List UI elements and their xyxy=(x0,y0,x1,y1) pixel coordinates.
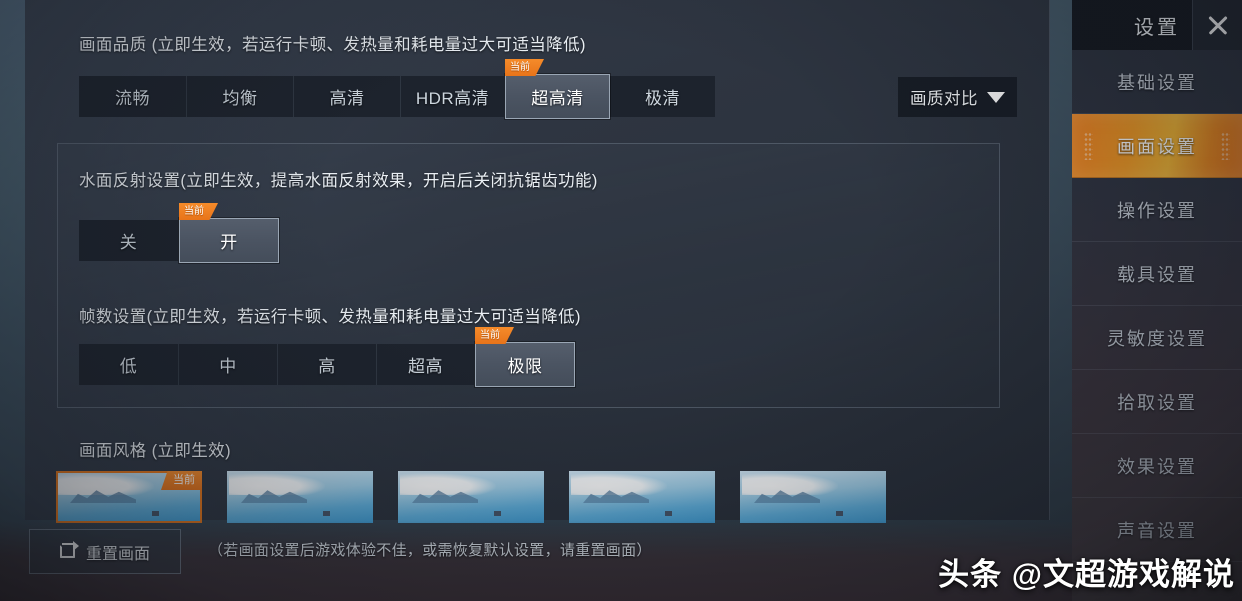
page-title: 设置 xyxy=(1134,16,1180,39)
sidebar-item-graphics[interactable]: 画面设置 xyxy=(1072,114,1242,178)
screen-style-thumbnail-2[interactable] xyxy=(227,471,373,523)
quality-option-jiqing[interactable]: 极清 xyxy=(610,76,715,117)
close-button[interactable] xyxy=(1192,0,1242,50)
quality-option-liuchang[interactable]: 流畅 xyxy=(79,76,187,117)
sidebar-item-label: 基础设置 xyxy=(1117,72,1197,93)
frame-rate-options[interactable]: 低 中 高 超高 当前 极限 xyxy=(79,327,575,387)
quality-option-hdr-gaoqing[interactable]: HDR高清 xyxy=(401,76,505,117)
thumbnail-cloud xyxy=(229,473,325,495)
frame-rate-title: 帧数设置(立即生效，若运行卡顿、发热量和耗电量过大可适当降低) xyxy=(79,308,581,326)
sidebar-item-label: 灵敏度设置 xyxy=(1107,328,1207,349)
picture-quality-options[interactable]: 流畅 均衡 高清 HDR高清 当前 超高清 极清 xyxy=(79,59,715,119)
sidebar-item-label: 操作设置 xyxy=(1117,200,1197,221)
close-icon xyxy=(1206,13,1230,37)
quality-option-chaogaoqing-label: 超高清 xyxy=(531,89,584,108)
thumbnail-cloud xyxy=(58,473,154,495)
water-reflection-option-on-label: 开 xyxy=(220,233,238,252)
water-reflection-options[interactable]: 关 当前 开 xyxy=(79,203,279,263)
screen-style-thumbnail-5[interactable] xyxy=(740,471,886,523)
sidebar-item-label: 载具设置 xyxy=(1117,264,1197,285)
quality-compare-button[interactable]: 画质对比 xyxy=(898,77,1017,117)
screen-style-thumbnails[interactable]: 当前 xyxy=(56,471,886,523)
bottom-bar: 重置画面 （若画面设置后游戏体验不佳，或需恢复默认设置，请重置画面） xyxy=(0,520,1072,601)
sidebar-item-label: 拾取设置 xyxy=(1117,392,1197,413)
reset-graphics-button[interactable]: 重置画面 xyxy=(29,529,181,574)
water-reflection-option-on[interactable]: 当前 开 xyxy=(179,203,279,263)
screen-style-thumbnail-3[interactable] xyxy=(398,471,544,523)
quality-option-chaogaoqing[interactable]: 当前 超高清 xyxy=(505,59,610,119)
thumbnail-speck xyxy=(323,511,330,516)
picture-quality-title: 画面品质 (立即生效，若运行卡顿、发热量和耗电量过大可适当降低) xyxy=(79,36,586,54)
frame-rate-option-high[interactable]: 高 xyxy=(278,344,377,385)
decor-dots-left-icon xyxy=(1084,132,1093,160)
frame-rate-option-extreme[interactable]: 当前 极限 xyxy=(475,327,575,387)
thumbnail-cloud xyxy=(742,473,838,495)
settings-sidebar: 设置 基础设置 画面设置 操作设置 载具设置 灵敏度设置 拾取设置 效果设置 声… xyxy=(1072,0,1242,601)
chevron-down-icon xyxy=(987,91,1005,103)
sidebar-item-sensitivity[interactable]: 灵敏度设置 xyxy=(1072,306,1242,370)
game-settings-screen: 画面品质 (立即生效，若运行卡顿、发热量和耗电量过大可适当降低) 流畅 均衡 高… xyxy=(0,0,1242,601)
sidebar-item-effects[interactable]: 效果设置 xyxy=(1072,434,1242,498)
decor-dots-right-icon xyxy=(1221,132,1230,160)
watermark: 头条 @文超游戏解说 xyxy=(938,557,1235,592)
water-reflection-title: 水面反射设置(立即生效，提高水面反射效果，开启后关闭抗锯齿功能) xyxy=(79,172,598,190)
frame-rate-option-extreme-label: 极限 xyxy=(507,357,543,376)
reset-graphics-label: 重置画面 xyxy=(85,545,150,563)
frame-rate-option-medium[interactable]: 中 xyxy=(179,344,278,385)
current-badge: 当前 xyxy=(475,327,514,344)
sidebar-item-label: 画面设置 xyxy=(1117,136,1197,157)
current-badge: 当前 xyxy=(505,59,544,76)
thumbnail-cloud xyxy=(571,473,667,495)
graphics-settings-panel: 画面品质 (立即生效，若运行卡顿、发热量和耗电量过大可适当降低) 流畅 均衡 高… xyxy=(25,0,1050,520)
reset-icon xyxy=(59,541,79,560)
screen-style-title: 画面风格 (立即生效) xyxy=(79,442,231,460)
quality-compare-label: 画质对比 xyxy=(910,90,978,108)
current-badge: 当前 xyxy=(161,471,202,490)
thumbnail-speck xyxy=(665,511,672,516)
sidebar-item-pickup[interactable]: 拾取设置 xyxy=(1072,370,1242,434)
sidebar-item-vehicle[interactable]: 载具设置 xyxy=(1072,242,1242,306)
sidebar-item-basic[interactable]: 基础设置 xyxy=(1072,50,1242,114)
thumbnail-speck xyxy=(494,511,501,516)
sidebar-item-label: 效果设置 xyxy=(1117,456,1197,477)
screen-style-thumbnail-1[interactable]: 当前 xyxy=(56,471,202,523)
sidebar-item-label: 声音设置 xyxy=(1117,520,1197,541)
frame-rate-option-ultra[interactable]: 超高 xyxy=(377,344,475,385)
water-reflection-option-off[interactable]: 关 xyxy=(79,220,179,261)
quality-option-gaoqing[interactable]: 高清 xyxy=(294,76,401,117)
sidebar-header: 设置 xyxy=(1072,0,1242,50)
screen-style-thumbnail-4[interactable] xyxy=(569,471,715,523)
quality-option-junheng[interactable]: 均衡 xyxy=(187,76,294,117)
current-badge: 当前 xyxy=(179,203,218,220)
thumbnail-cloud xyxy=(400,473,496,495)
thumbnail-speck xyxy=(152,511,159,516)
frame-rate-option-low[interactable]: 低 xyxy=(79,344,179,385)
sidebar-item-controls[interactable]: 操作设置 xyxy=(1072,178,1242,242)
reset-hint-text: （若画面设置后游戏体验不佳，或需恢复默认设置，请重置画面） xyxy=(208,542,652,559)
thumbnail-speck xyxy=(836,511,843,516)
